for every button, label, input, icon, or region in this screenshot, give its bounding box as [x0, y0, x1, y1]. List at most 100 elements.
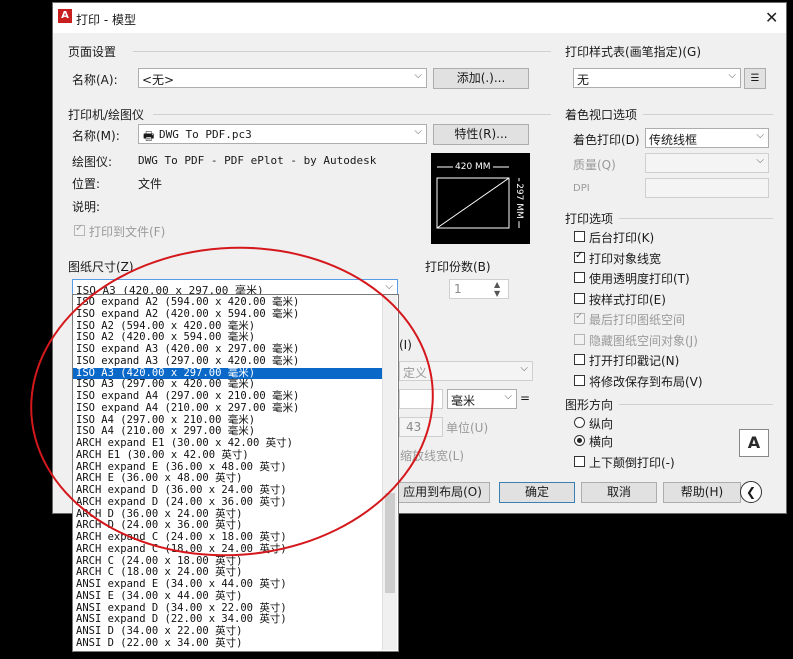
portrait-radio[interactable] [574, 417, 585, 428]
plot-option-checkbox[interactable] [574, 250, 585, 263]
plot-option-checkbox[interactable] [574, 311, 585, 324]
paper-size-option[interactable]: ARCH expand D (24.00 x 36.00 英寸) [73, 496, 386, 509]
landscape-label: 横向 [589, 435, 614, 449]
paper-size-option[interactable]: ISO expand A3 (297.00 x 420.00 毫米) [73, 355, 386, 368]
dropdown-scrollbar[interactable] [382, 295, 397, 650]
spin-up-icon[interactable]: ▲ [494, 280, 500, 289]
paper-size-option[interactable]: ISO expand A3 (420.00 x 297.00 毫米) [73, 343, 386, 356]
paper-size-option[interactable]: ANSI expand E (34.00 x 44.00 英寸) [73, 578, 386, 591]
copies-value: 1 [454, 282, 462, 296]
plot-option-checkbox[interactable] [574, 272, 585, 283]
paper-size-option[interactable]: ANSI E (34.00 x 44.00 英寸) [73, 590, 386, 603]
title-bar: A 打印 - 模型 ✕ [53, 3, 786, 33]
chevron-down-icon: ⌵ [520, 363, 528, 374]
edit-plot-style-button[interactable]: ☰ [744, 68, 766, 89]
upside-down-checkbox[interactable] [574, 456, 585, 467]
help-button[interactable]: 帮助(H) [663, 482, 741, 503]
orientation-group-title: 图形方向 [565, 398, 614, 412]
close-icon[interactable]: ✕ [765, 8, 778, 27]
paper-size-option[interactable]: ARCH expand C (24.00 x 18.00 英寸) [73, 531, 386, 544]
printer-properties-button[interactable]: 特性(R)... [433, 124, 529, 145]
collapse-chevron-icon[interactable]: ❮ [740, 481, 762, 503]
scrollbar-thumb[interactable] [385, 493, 395, 593]
chevron-down-icon: ⌵ [414, 70, 422, 81]
plot-option-label: 将修改保存到布局(V) [589, 374, 703, 389]
cancel-button[interactable]: 取消 [581, 482, 657, 503]
scale-unit-combo[interactable]: 毫米 ⌵ [447, 389, 517, 409]
apply-to-layout-button[interactable]: 应用到布局(O) [395, 482, 490, 503]
quality-combo[interactable]: ⌵ [645, 153, 769, 173]
chevron-down-icon: ⌵ [385, 281, 393, 292]
plot-option-label: 打印对象线宽 [589, 251, 662, 266]
plot-option-checkbox[interactable] [574, 354, 585, 365]
scale-unit-value: 毫米 [451, 394, 476, 408]
copies-input[interactable]: 1 ▲ ▼ [449, 279, 509, 299]
spin-down-icon[interactable]: ▼ [494, 289, 500, 298]
autocad-app-icon: A [58, 9, 72, 23]
description-label: 说明: [72, 200, 101, 214]
paper-size-option[interactable]: ARCH expand C (18.00 x 24.00 英寸) [73, 543, 386, 556]
orientation-icon-letter: A [747, 433, 761, 452]
location-label: 位置: [72, 177, 101, 191]
units-label: 单位(U) [446, 421, 489, 435]
upside-down-label: 上下颠倒打印(-) [589, 456, 675, 470]
plotter-value: DWG To PDF - PDF ePlot - by Autodesk [138, 154, 377, 167]
plot-option-label: 隐藏图纸空间对象(J) [589, 333, 698, 348]
plot-option-checkbox[interactable] [574, 292, 585, 304]
plot-option-label: 使用透明度打印(T) [589, 272, 690, 286]
scale-inches-input[interactable] [399, 389, 443, 409]
add-page-setup-button[interactable]: 添加(.)... [433, 68, 529, 89]
dpi-input[interactable] [645, 178, 769, 198]
shade-plot-combo[interactable]: 传统线框 ⌵ [645, 128, 769, 148]
paper-size-option[interactable]: ISO expand A2 (420.00 x 594.00 毫米) [73, 308, 386, 321]
chevron-down-icon: ⌵ [504, 391, 512, 402]
printer-name-label: 名称(M): [72, 129, 120, 143]
scale-combo[interactable]: 定义 ⌵ [399, 361, 533, 381]
plot-option-label: 最后打印图纸空间 [589, 313, 686, 327]
paper-size-option[interactable]: ISO expand A4 (297.00 x 210.00 毫米) [73, 390, 386, 403]
paper-size-option[interactable]: ARCH expand E1 (30.00 x 42.00 英寸) [73, 437, 386, 450]
paper-size-option[interactable]: ARCH expand D (36.00 x 24.00 英寸) [73, 484, 386, 497]
plot-option-label: 打开打印戳记(N) [589, 354, 680, 368]
plot-option-checkbox[interactable] [574, 231, 585, 242]
plot-option-checkbox[interactable] [574, 374, 585, 386]
dpi-label: DPI [573, 183, 590, 194]
printer-name-combo[interactable]: 🖶 DWG To PDF.pc3 ⌵ [138, 124, 427, 144]
preview-height-label: 297 MM [513, 181, 524, 221]
chevron-down-icon: ⌵ [756, 155, 764, 166]
printer-name-value: DWG To PDF.pc3 [159, 128, 252, 141]
quality-label: 质量(Q) [573, 158, 616, 172]
scale-lineweights-label: 缩放线宽(L) [400, 449, 465, 463]
landscape-orientation-icon: A [739, 429, 769, 457]
divider [153, 114, 551, 115]
plot-style-value: 无 [577, 73, 590, 87]
scale-units-input[interactable]: 43 [399, 417, 443, 437]
paper-size-option[interactable]: ARCH E1 (30.00 x 42.00 英寸) [73, 449, 386, 462]
shade-plot-label: 着色打印(D) [573, 133, 640, 147]
landscape-radio[interactable] [574, 435, 585, 446]
paper-size-option[interactable]: ISO expand A2 (594.00 x 420.00 毫米) [73, 296, 386, 309]
ok-button[interactable]: 确定 [499, 482, 575, 503]
portrait-label: 纵向 [589, 417, 614, 431]
chevron-down-icon: ⌵ [728, 70, 736, 81]
preview-width-label: 420 MM [453, 162, 493, 172]
edit-list-icon: ☰ [750, 73, 760, 84]
plotter-label: 绘图仪: [72, 155, 113, 169]
printer-icon: 🖶 [143, 129, 155, 143]
page-setup-name-combo[interactable]: <无> ⌵ [138, 68, 427, 88]
plot-options-group-title: 打印选项 [565, 212, 614, 226]
paper-size-option[interactable]: ISO expand A4 (210.00 x 297.00 毫米) [73, 402, 386, 415]
plot-option-checkbox[interactable] [574, 333, 585, 345]
equals-sign: = [520, 391, 531, 405]
location-value: 文件 [138, 177, 163, 191]
divider [133, 51, 551, 52]
divider [619, 218, 773, 219]
paper-size-option[interactable]: ANSI D (22.00 x 34.00 英寸) [73, 637, 386, 650]
divider [619, 404, 773, 405]
print-to-file-checkbox[interactable] [74, 223, 85, 236]
paper-size-option[interactable]: ANSI D (34.00 x 22.00 英寸) [73, 625, 386, 638]
plot-style-combo[interactable]: 无 ⌵ [573, 68, 741, 88]
paper-size-dropdown-list[interactable]: ISO expand A2 (594.00 x 420.00 毫米) ISO ex… [72, 294, 399, 652]
divider [643, 114, 773, 115]
shade-plot-value: 传统线框 [649, 133, 698, 147]
